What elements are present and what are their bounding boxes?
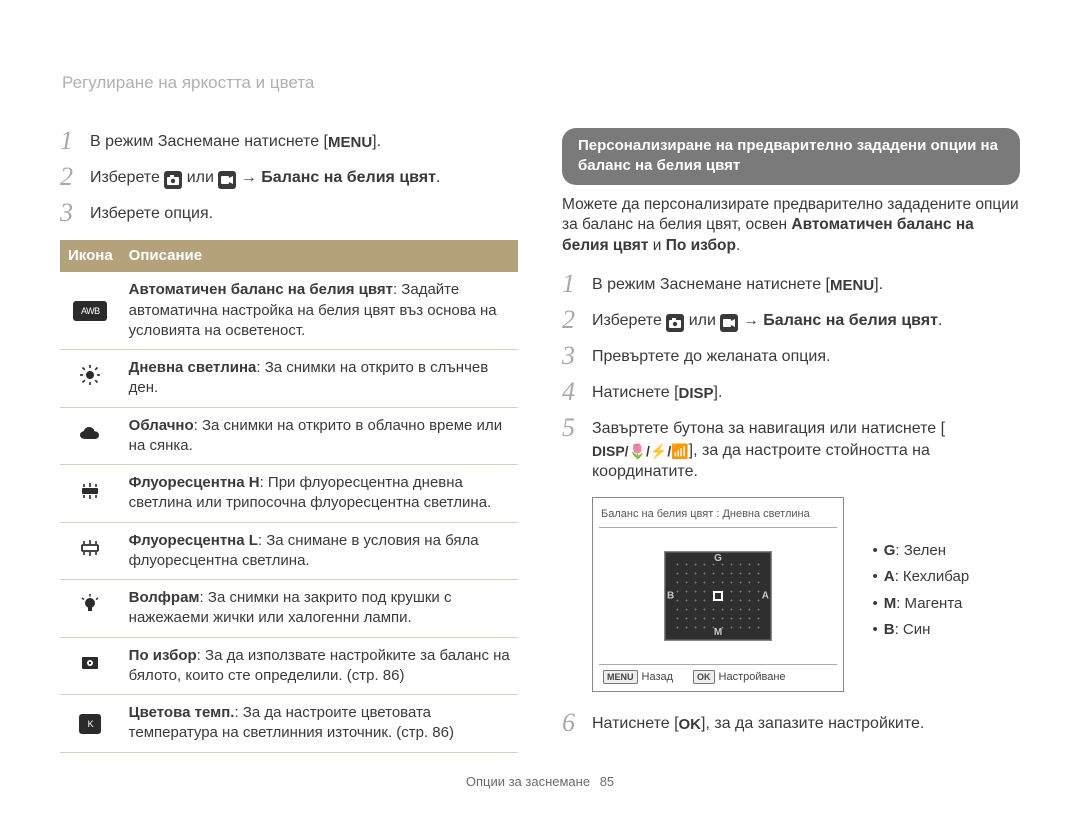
table-header-icon: Икона [60, 240, 121, 272]
video-icon [218, 171, 236, 189]
camera-icon [164, 171, 182, 189]
footer-section: Опции за заснемане [466, 774, 590, 789]
step-number: 2 [60, 164, 78, 190]
ok-key-icon: OK [679, 715, 702, 735]
left-step-2: 2 Изберете или → Баланс на белия цвят. [60, 164, 518, 190]
axis-label-g: G [714, 552, 722, 566]
awb-icon: AWB [73, 301, 107, 321]
left-steps: 1 В режим Заснемане натиснете [MENU]. 2 … [60, 128, 518, 226]
right-step-5: 5 Завъртете бутона за навигация или нати… [562, 415, 1020, 483]
table-row: AWB Автоматичен баланс на белия цвят: За… [60, 272, 518, 349]
right-column: Персонализиране на предварително зададен… [562, 70, 1020, 753]
device-body: G M B A [599, 536, 837, 656]
step-text: Завъртете бутона за навигация или натисн… [592, 415, 1020, 483]
right-step-1: 1 В режим Заснемане натиснете [MENU]. [562, 271, 1020, 297]
right-steps: 1 В режим Заснемане натиснете [MENU]. 2 … [562, 271, 1020, 483]
axis-label-b: B [667, 589, 674, 603]
step-number: 3 [60, 200, 78, 226]
coord-cursor-icon [713, 591, 723, 601]
step-number: 5 [562, 415, 580, 441]
legend-item: •M: Магента [872, 594, 969, 614]
nav-keys-icon: DISP/🌷/⚡/📶 [592, 442, 689, 461]
right-step-2: 2 Изберете или → Баланс на белия цвят. [562, 307, 1020, 333]
step-text: Изберете опция. [90, 200, 213, 225]
custom-wb-icon [76, 653, 104, 673]
disp-key-icon: DISP [679, 384, 714, 404]
ok-key-icon: OK [693, 670, 715, 684]
menu-key-icon: MENU [603, 670, 638, 684]
device-preview: Баланс на белия цвят : Дневна светлина G… [592, 497, 844, 692]
page-footer: Опции за заснемане 85 [0, 773, 1080, 791]
step-text: Изберете или → Баланс на белия цвят. [90, 164, 440, 189]
right-step-3: 3 Превъртете до желаната опция. [562, 343, 1020, 369]
step-text: В режим Заснемане натиснете [MENU]. [592, 271, 883, 296]
step-number: 4 [562, 379, 580, 405]
table-row: Дневна светлина: За снимки на открито в … [60, 350, 518, 408]
axis-label-a: A [762, 589, 769, 603]
device-title: Баланс на белия цвят : Дневна светлина [599, 504, 837, 528]
left-column: 1 В режим Заснемане натиснете [MENU]. 2 … [60, 70, 518, 753]
page-number: 85 [600, 774, 614, 789]
step-number: 1 [60, 128, 78, 154]
table-row: Облачно: За снимки на открито в облачно … [60, 407, 518, 465]
color-legend: •G: Зелен •A: Кехлибар •M: Магента •B: С… [872, 541, 969, 646]
left-step-3: 3 Изберете опция. [60, 200, 518, 226]
menu-key-icon: MENU [830, 276, 874, 296]
right-step-4: 4 Натиснете [DISP]. [562, 379, 1020, 405]
intro-paragraph: Можете да персонализирате предварително … [562, 195, 1020, 258]
device-and-legend: Баланс на белия цвят : Дневна светлина G… [592, 497, 1020, 692]
color-temp-icon: K [79, 714, 101, 734]
video-icon [720, 314, 738, 332]
table-row: Флуоресцентна L: За снимане в условия на… [60, 522, 518, 580]
table-header-desc: Описание [121, 240, 518, 272]
step-number: 2 [562, 307, 580, 333]
sun-icon [76, 365, 104, 385]
legend-item: •B: Син [872, 620, 969, 640]
table-row: По избор: За да използвате настройките з… [60, 637, 518, 695]
breadcrumb: Регулиране на яркостта и цвета [62, 72, 314, 95]
set-label: Настройване [719, 671, 786, 683]
legend-item: •A: Кехлибар [872, 567, 969, 587]
table-row: Флуоресцентна H: При флуоресцентна дневн… [60, 465, 518, 523]
callout-heading: Персонализиране на предварително зададен… [562, 128, 1020, 185]
page-body: 1 В режим Заснемане натиснете [MENU]. 2 … [0, 0, 1080, 783]
tungsten-icon [76, 595, 104, 615]
step-number: 1 [562, 271, 580, 297]
table-row: Волфрам: За снимки на закрито под крушки… [60, 580, 518, 638]
step-text: В режим Заснемане натиснете [MENU]. [90, 128, 381, 153]
back-label: Назад [642, 671, 674, 683]
table-row: K Цветова темп.: За да настроите цветова… [60, 695, 518, 753]
step-text: Натиснете [OK], за да запазите настройки… [592, 710, 924, 735]
fluorescent-h-icon [76, 481, 104, 501]
legend-item: •G: Зелен [872, 541, 969, 561]
step-text: Превъртете до желаната опция. [592, 343, 830, 368]
cloud-icon [76, 424, 104, 444]
right-step-6: 6 Натиснете [OK], за да запазите настрой… [562, 710, 1020, 736]
device-footer: MENU Назад OK Настройване [599, 664, 837, 687]
step-number: 6 [562, 710, 580, 736]
axis-label-m: M [714, 626, 722, 640]
step-text: Натиснете [DISP]. [592, 379, 722, 404]
step-text: Изберете или → Баланс на белия цвят. [592, 307, 942, 332]
left-step-1: 1 В режим Заснемане натиснете [MENU]. [60, 128, 518, 154]
menu-key-icon: MENU [328, 133, 372, 153]
coordinate-grid: G M B A [664, 551, 772, 641]
fluorescent-l-icon [76, 538, 104, 558]
white-balance-table: Икона Описание AWB Автоматичен баланс на… [60, 240, 518, 753]
step-number: 3 [562, 343, 580, 369]
camera-icon [666, 314, 684, 332]
